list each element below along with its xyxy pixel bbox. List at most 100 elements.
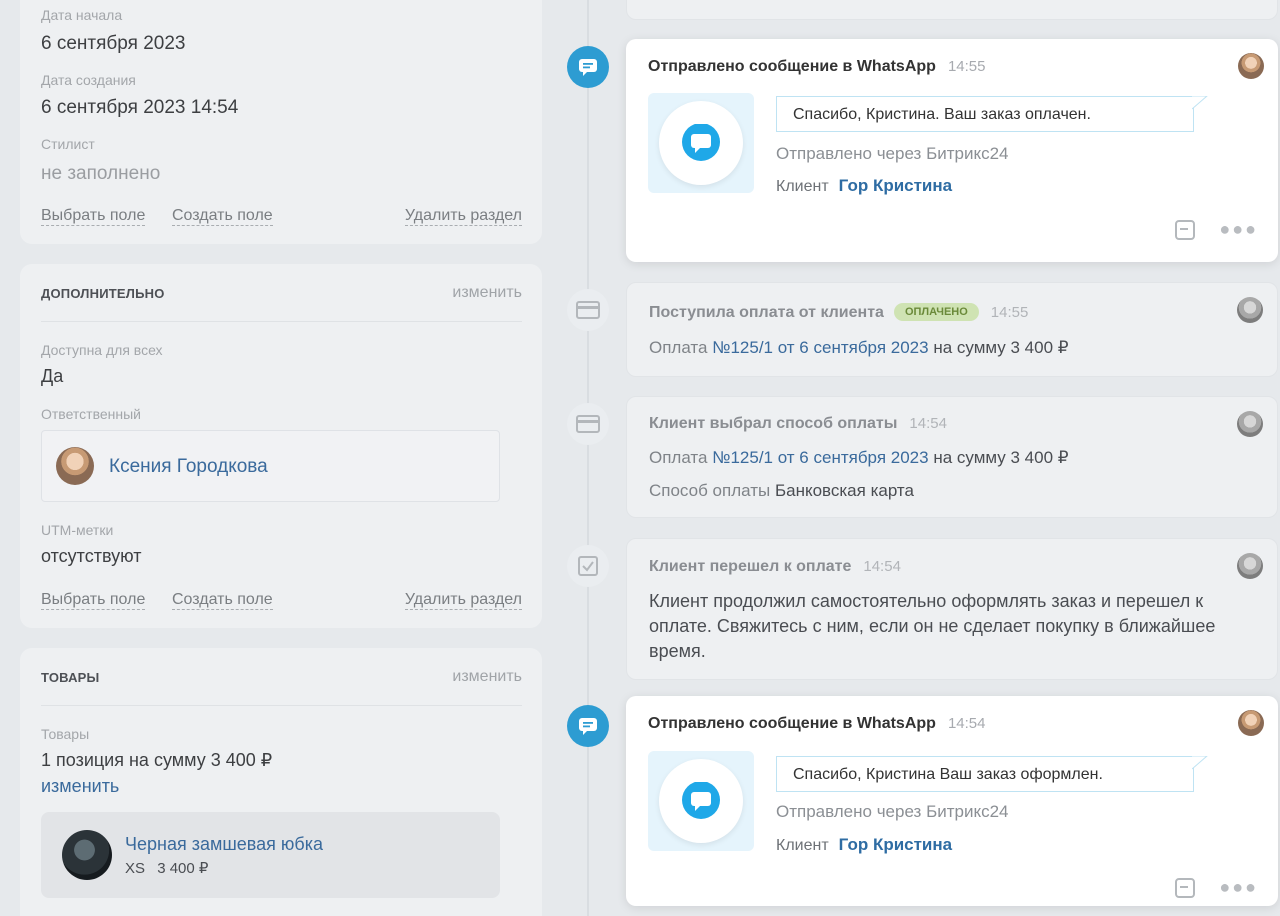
- utm-value: отсутствуют: [41, 546, 142, 566]
- payment-method-value: Банковская карта: [774, 481, 914, 500]
- more-icon[interactable]: ●●●: [1219, 877, 1258, 898]
- author-avatar[interactable]: [1237, 411, 1263, 437]
- payment-line: Оплата №125/1 от 6 сентября 2023 на сумм…: [649, 448, 1069, 468]
- event-title-text: Отправлено сообщение в WhatsApp: [648, 715, 936, 732]
- payment-link[interactable]: №125/1 от 6 сентября 2023: [712, 338, 928, 357]
- client-name-link[interactable]: Гор Кристина: [839, 176, 952, 195]
- goods-edit-link[interactable]: изменить: [41, 776, 119, 797]
- select-field-link[interactable]: Выбрать поле: [41, 590, 146, 610]
- timeline-event-whatsapp: Отправлено сообщение в WhatsApp 14:54 Спа…: [626, 696, 1278, 906]
- bubble-tail: [1192, 96, 1208, 110]
- chat-icon: [567, 46, 609, 88]
- divider: [41, 321, 522, 322]
- event-time: 14:55: [990, 304, 1029, 321]
- available-label: Доступна для всех: [41, 342, 163, 358]
- payment-sum: на сумму 3 400 ₽: [933, 338, 1069, 357]
- note-icon[interactable]: [1174, 877, 1196, 899]
- timeline-event-whatsapp: Отправлено сообщение в WhatsApp 14:55 Спа…: [626, 39, 1278, 262]
- utm-label: UTM-метки: [41, 522, 114, 538]
- message-bubble: Спасибо, Кристина. Ваш заказ оплачен.: [776, 96, 1194, 132]
- product-meta: XS 3 400 ₽: [125, 859, 208, 877]
- client-label: Клиент: [776, 837, 829, 854]
- event-title-text: Клиент перешел к оплате: [649, 558, 852, 575]
- payment-prefix: Оплата: [649, 338, 708, 357]
- product-thumbnail: [62, 830, 112, 880]
- event-time: 14:54: [863, 558, 901, 575]
- event-title-text: Поступила оплата от клиента: [649, 304, 884, 321]
- create-field-link[interactable]: Создать поле: [172, 206, 273, 226]
- stylist-value: не заполнено: [41, 163, 161, 184]
- select-field-link[interactable]: Выбрать поле: [41, 206, 146, 226]
- more-icon[interactable]: ●●●: [1219, 219, 1258, 240]
- timeline-line: [587, 0, 589, 916]
- deal-info-card: Дата начала 6 сентября 2023 Дата создани…: [20, 0, 542, 244]
- divider: [41, 705, 522, 706]
- status-badge: ОПЛАЧЕНО: [893, 303, 979, 321]
- responsible-label: Ответственный: [41, 406, 141, 422]
- start-date-label: Дата начала: [41, 7, 123, 23]
- client-label: Клиент: [776, 178, 829, 195]
- event-title: Отправлено сообщение в WhatsApp 14:55: [648, 58, 985, 76]
- sent-via: Отправлено через Битрикс24: [776, 144, 1009, 163]
- avatar: [56, 447, 94, 485]
- delete-section-link[interactable]: Удалить раздел: [404, 206, 522, 226]
- event-time: 14:54: [909, 415, 947, 432]
- products-card: ТОВАРЫ изменить Товары 1 позиция на сумм…: [20, 648, 542, 916]
- sent-via: Отправлено через Битрикс24: [776, 802, 1009, 821]
- event-time: 14:54: [947, 715, 986, 732]
- author-avatar[interactable]: [1238, 53, 1264, 79]
- additional-card: ДОПОЛНИТЕЛЬНО изменить Доступна для всех…: [20, 264, 542, 628]
- timeline-event-payment: Поступила оплата от клиента ОПЛАЧЕНО 14:55…: [626, 282, 1278, 377]
- product-name[interactable]: Черная замшевая юбка: [125, 834, 323, 855]
- responsible-name[interactable]: Ксения Городкова: [109, 456, 268, 478]
- author-avatar[interactable]: [1237, 553, 1263, 579]
- create-field-link[interactable]: Создать поле: [172, 590, 273, 610]
- author-avatar[interactable]: [1238, 710, 1264, 736]
- responsible-box[interactable]: Ксения Городкова: [41, 430, 500, 502]
- product-size: XS: [125, 860, 146, 877]
- message-bubble-icon: [659, 101, 743, 185]
- created-date-label: Дата создания: [41, 72, 136, 88]
- credit-card-icon: [567, 289, 609, 331]
- client-line: Клиент Гор Кристина: [776, 176, 952, 196]
- message-bubble-icon: [659, 759, 743, 843]
- edit-section-link[interactable]: изменить: [452, 668, 522, 686]
- event-title: Отправлено сообщение в WhatsApp 14:54: [648, 715, 985, 733]
- payment-method-line: Способ оплаты Банковская карта: [649, 481, 914, 501]
- payment-line: Оплата №125/1 от 6 сентября 2023 на сумм…: [649, 338, 1069, 358]
- message-bubble: Спасибо, Кристина Ваш заказ оформлен.: [776, 756, 1194, 792]
- available-value: Да: [41, 366, 64, 386]
- timeline-event-previous: [626, 0, 1278, 20]
- event-title-text: Отправлено сообщение в WhatsApp: [648, 58, 936, 75]
- event-title: Клиент выбрал способ оплаты 14:54: [649, 415, 947, 433]
- credit-card-icon: [567, 403, 609, 445]
- stylist-label: Стилист: [41, 136, 95, 152]
- checkbox-icon: [567, 545, 609, 587]
- goods-summary: 1 позиция на сумму 3 400 ₽: [41, 750, 273, 770]
- author-avatar[interactable]: [1237, 297, 1263, 323]
- event-title: Клиент перешел к оплате 14:54: [649, 558, 901, 576]
- product-item[interactable]: Черная замшевая юбка XS 3 400 ₽: [41, 812, 500, 898]
- created-date-value: 6 сентября 2023 14:54: [41, 97, 239, 118]
- payment-sum: на сумму 3 400 ₽: [933, 448, 1069, 467]
- timeline-event-checkout: Клиент перешел к оплате 14:54 Клиент прод…: [626, 538, 1278, 680]
- message-tile: [648, 93, 754, 193]
- bubble-tail: [1192, 756, 1208, 770]
- delete-section-link[interactable]: Удалить раздел: [404, 590, 522, 610]
- event-title-text: Клиент выбрал способ оплаты: [649, 415, 898, 432]
- section-title: ТОВАРЫ: [41, 670, 100, 685]
- timeline-event-payment-method: Клиент выбрал способ оплаты 14:54 Оплата …: [626, 396, 1278, 518]
- note-icon[interactable]: [1174, 219, 1196, 241]
- payment-method-label: Способ оплаты: [649, 481, 771, 500]
- event-time: 14:55: [947, 58, 986, 75]
- event-description: Клиент продолжил самостоятельно оформлят…: [649, 591, 1216, 661]
- payment-prefix: Оплата: [649, 448, 708, 467]
- event-title: Поступила оплата от клиента ОПЛАЧЕНО 14:55: [649, 303, 1028, 322]
- message-tile: [648, 751, 754, 851]
- payment-link[interactable]: №125/1 от 6 сентября 2023: [712, 448, 928, 467]
- goods-label: Товары: [41, 726, 90, 742]
- edit-section-link[interactable]: изменить: [452, 284, 522, 302]
- section-title: ДОПОЛНИТЕЛЬНО: [41, 286, 165, 301]
- product-price: 3 400 ₽: [157, 860, 209, 877]
- client-name-link[interactable]: Гор Кристина: [839, 835, 952, 854]
